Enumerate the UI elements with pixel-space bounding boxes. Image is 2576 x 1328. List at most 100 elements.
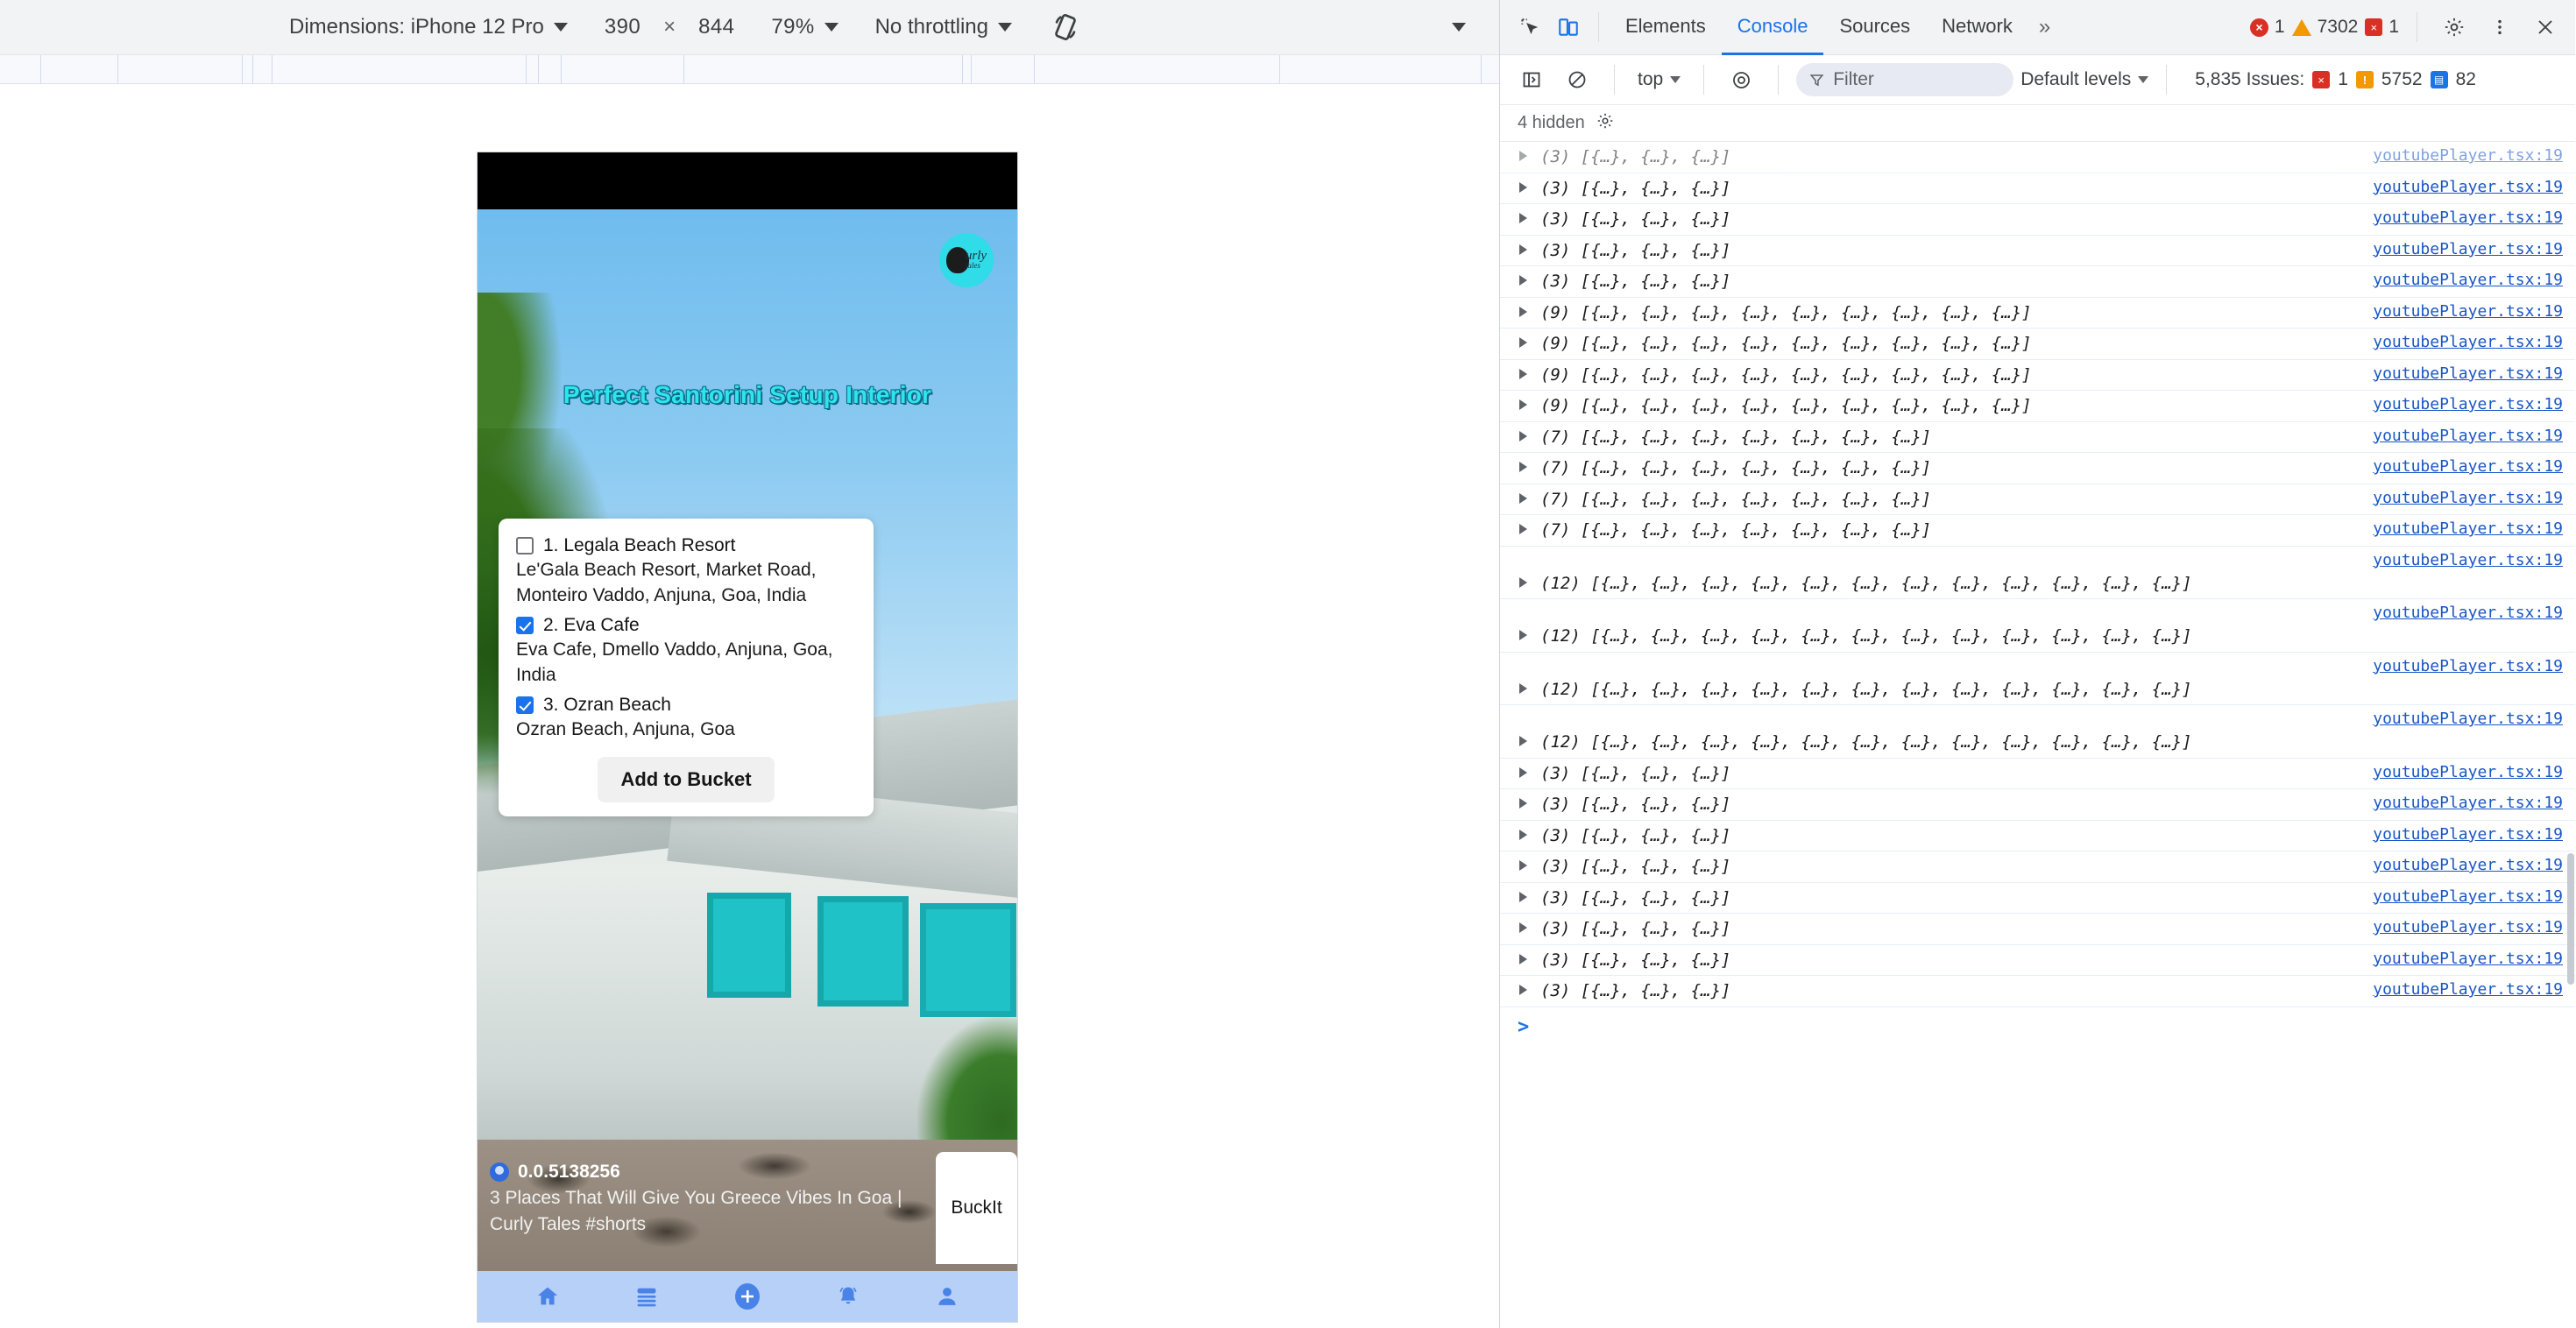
expand-arrow-icon[interactable] — [1519, 306, 1535, 317]
console-source-link[interactable]: youtubePlayer.tsx:19 — [2373, 457, 2563, 476]
expand-arrow-icon[interactable] — [1519, 798, 1535, 809]
console-source-link[interactable]: youtubePlayer.tsx:19 — [2373, 657, 2563, 675]
expand-arrow-icon[interactable] — [1519, 682, 1535, 694]
expand-arrow-icon[interactable] — [1519, 985, 1535, 995]
console-message-row[interactable]: (9) [{…}, {…}, {…}, {…}, {…}, {…}, {…}, … — [1500, 328, 2575, 360]
width-input[interactable]: 390 — [605, 15, 640, 39]
console-source-link[interactable]: youtubePlayer.tsx:19 — [2373, 950, 2563, 968]
console-message-row[interactable]: youtubePlayer.tsx:19 (12) [{…}, {…}, {…},… — [1500, 547, 2575, 599]
video-author[interactable]: 0.0.5138256 — [490, 1162, 924, 1183]
console-message-row[interactable]: (3) [{…}, {…}, {…}] youtubePlayer.tsx:19 — [1500, 945, 2575, 976]
expand-arrow-icon[interactable] — [1519, 576, 1535, 588]
expand-arrow-icon[interactable] — [1519, 829, 1535, 840]
zoom-select[interactable]: 79% — [771, 15, 839, 39]
console-source-link[interactable]: youtubePlayer.tsx:19 — [2373, 551, 2563, 569]
clear-console-icon[interactable] — [1558, 60, 1596, 99]
expand-arrow-icon[interactable] — [1519, 213, 1535, 223]
console-source-link[interactable]: youtubePlayer.tsx:19 — [2373, 763, 2563, 781]
console-source-link[interactable]: youtubePlayer.tsx:19 — [2373, 489, 2563, 507]
device-toolbar-overflow-icon[interactable] — [1452, 23, 1466, 32]
height-input[interactable]: 844 — [698, 15, 734, 39]
nav-item-home[interactable] — [535, 1284, 560, 1309]
checkbox-eva-cafe[interactable] — [516, 616, 534, 634]
checkbox-ozran-beach[interactable] — [516, 696, 534, 714]
expand-arrow-icon[interactable] — [1519, 766, 1535, 778]
console-filter-input[interactable]: Filter — [1796, 63, 2014, 96]
console-message-row[interactable]: (3) [{…}, {…}, {…}] youtubePlayer.tsx:19 — [1500, 266, 2575, 298]
expand-arrow-icon[interactable] — [1519, 922, 1535, 933]
expand-arrow-icon[interactable] — [1519, 430, 1535, 441]
expand-arrow-icon[interactable] — [1519, 736, 1535, 746]
nav-item-list[interactable] — [634, 1284, 659, 1309]
throttling-select[interactable]: No throttling — [875, 15, 1012, 39]
nav-item-notifications[interactable] — [836, 1284, 860, 1309]
console-message-row[interactable]: (3) [{…}, {…}, {…}] youtubePlayer.tsx:19 — [1500, 759, 2575, 789]
console-message-row[interactable]: youtubePlayer.tsx:19 (12) [{…}, {…}, {…},… — [1500, 705, 2575, 759]
tab-sources[interactable]: Sources — [1823, 0, 1926, 55]
console-message-row[interactable]: (3) [{…}, {…}, {…}] youtubePlayer.tsx:19 — [1500, 142, 2575, 173]
console-message-row[interactable]: (3) [{…}, {…}, {…}] youtubePlayer.tsx:19 — [1500, 851, 2575, 883]
error-counter[interactable]: × 1 — [2249, 17, 2285, 38]
expand-arrow-icon[interactable] — [1519, 181, 1535, 193]
expand-arrow-icon[interactable] — [1519, 368, 1535, 379]
more-tabs-icon[interactable]: » — [2028, 15, 2061, 39]
expand-arrow-icon[interactable] — [1519, 630, 1535, 640]
console-source-link[interactable]: youtubePlayer.tsx:19 — [2373, 208, 2563, 227]
tab-elements[interactable]: Elements — [1610, 0, 1722, 55]
nav-item-add[interactable] — [732, 1282, 762, 1311]
console-source-link[interactable]: youtubePlayer.tsx:19 — [2373, 333, 2563, 351]
console-source-link[interactable]: youtubePlayer.tsx:19 — [2373, 271, 2563, 289]
console-message-row[interactable]: youtubePlayer.tsx:19 (12) [{…}, {…}, {…},… — [1500, 599, 2575, 653]
more-options-icon[interactable] — [2480, 8, 2519, 46]
nav-item-profile[interactable] — [935, 1284, 959, 1309]
console-source-link[interactable]: youtubePlayer.tsx:19 — [2373, 856, 2563, 874]
video-stage[interactable]: urly tales Perfect Santorini Setup Inter… — [478, 209, 1017, 1271]
console-source-link[interactable]: youtubePlayer.tsx:19 — [2373, 604, 2563, 622]
console-message-row[interactable]: (3) [{…}, {…}, {…}] youtubePlayer.tsx:19 — [1500, 976, 2575, 1007]
expand-arrow-icon[interactable] — [1519, 244, 1535, 255]
console-source-link[interactable]: youtubePlayer.tsx:19 — [2373, 710, 2563, 728]
console-message-row[interactable]: (9) [{…}, {…}, {…}, {…}, {…}, {…}, {…}, … — [1500, 360, 2575, 391]
expand-arrow-icon[interactable] — [1519, 151, 1535, 161]
info-counter[interactable]: × 1 — [2365, 17, 2399, 38]
tab-console[interactable]: Console — [1721, 0, 1824, 55]
rotate-icon[interactable] — [1051, 12, 1080, 42]
warning-counter[interactable]: 7302 — [2291, 17, 2358, 38]
expand-arrow-icon[interactable] — [1519, 891, 1535, 902]
console-message-row[interactable]: (3) [{…}, {…}, {…}] youtubePlayer.tsx:19 — [1500, 789, 2575, 821]
console-source-link[interactable]: youtubePlayer.tsx:19 — [2373, 146, 2563, 165]
hidden-settings-gear-icon[interactable] — [1596, 111, 1615, 136]
console-message-row[interactable]: (7) [{…}, {…}, {…}, {…}, {…}, {…}, {…}] y… — [1500, 422, 2575, 453]
dimensions-select[interactable]: Dimensions: iPhone 12 Pro — [289, 15, 568, 39]
add-to-bucket-button[interactable]: Add to Bucket — [598, 756, 775, 802]
console-message-row[interactable]: youtubePlayer.tsx:19 (12) [{…}, {…}, {…},… — [1500, 653, 2575, 705]
scrollbar-thumb[interactable] — [2567, 853, 2574, 985]
checklist-item[interactable]: 2. Eva Cafe — [516, 615, 856, 636]
console-source-link[interactable]: youtubePlayer.tsx:19 — [2373, 302, 2563, 321]
issues-summary[interactable]: 5,835 Issues: × 1 ! 5752 ▤ 82 — [2195, 69, 2476, 90]
console-prompt[interactable]: > — [1500, 1007, 2575, 1048]
console-source-link[interactable]: youtubePlayer.tsx:19 — [2373, 427, 2563, 445]
expand-arrow-icon[interactable] — [1519, 399, 1535, 410]
console-source-link[interactable]: youtubePlayer.tsx:19 — [2373, 178, 2563, 196]
console-message-row[interactable]: (3) [{…}, {…}, {…}] youtubePlayer.tsx:19 — [1500, 236, 2575, 266]
console-message-row[interactable]: (3) [{…}, {…}, {…}] youtubePlayer.tsx:19 — [1500, 821, 2575, 851]
console-message-row[interactable]: (7) [{…}, {…}, {…}, {…}, {…}, {…}, {…}] y… — [1500, 484, 2575, 515]
console-source-link[interactable]: youtubePlayer.tsx:19 — [2373, 980, 2563, 999]
execution-context-select[interactable]: top — [1632, 69, 1686, 90]
expand-arrow-icon[interactable] — [1519, 275, 1535, 286]
console-source-link[interactable]: youtubePlayer.tsx:19 — [2373, 519, 2563, 538]
log-levels-select[interactable]: Default levels — [2020, 69, 2149, 90]
console-message-row[interactable]: (7) [{…}, {…}, {…}, {…}, {…}, {…}, {…}] y… — [1500, 515, 2575, 547]
expand-arrow-icon[interactable] — [1519, 953, 1535, 964]
console-message-row[interactable]: (7) [{…}, {…}, {…}, {…}, {…}, {…}, {…}] y… — [1500, 453, 2575, 484]
console-source-link[interactable]: youtubePlayer.tsx:19 — [2373, 794, 2563, 812]
expand-arrow-icon[interactable] — [1519, 462, 1535, 472]
expand-arrow-icon[interactable] — [1519, 337, 1535, 348]
console-source-link[interactable]: youtubePlayer.tsx:19 — [2373, 918, 2563, 936]
console-message-row[interactable]: (3) [{…}, {…}, {…}] youtubePlayer.tsx:19 — [1500, 883, 2575, 914]
buckit-button[interactable]: BuckIt — [936, 1152, 1017, 1264]
console-source-link[interactable]: youtubePlayer.tsx:19 — [2373, 364, 2563, 383]
expand-arrow-icon[interactable] — [1519, 492, 1535, 504]
console-source-link[interactable]: youtubePlayer.tsx:19 — [2373, 240, 2563, 258]
